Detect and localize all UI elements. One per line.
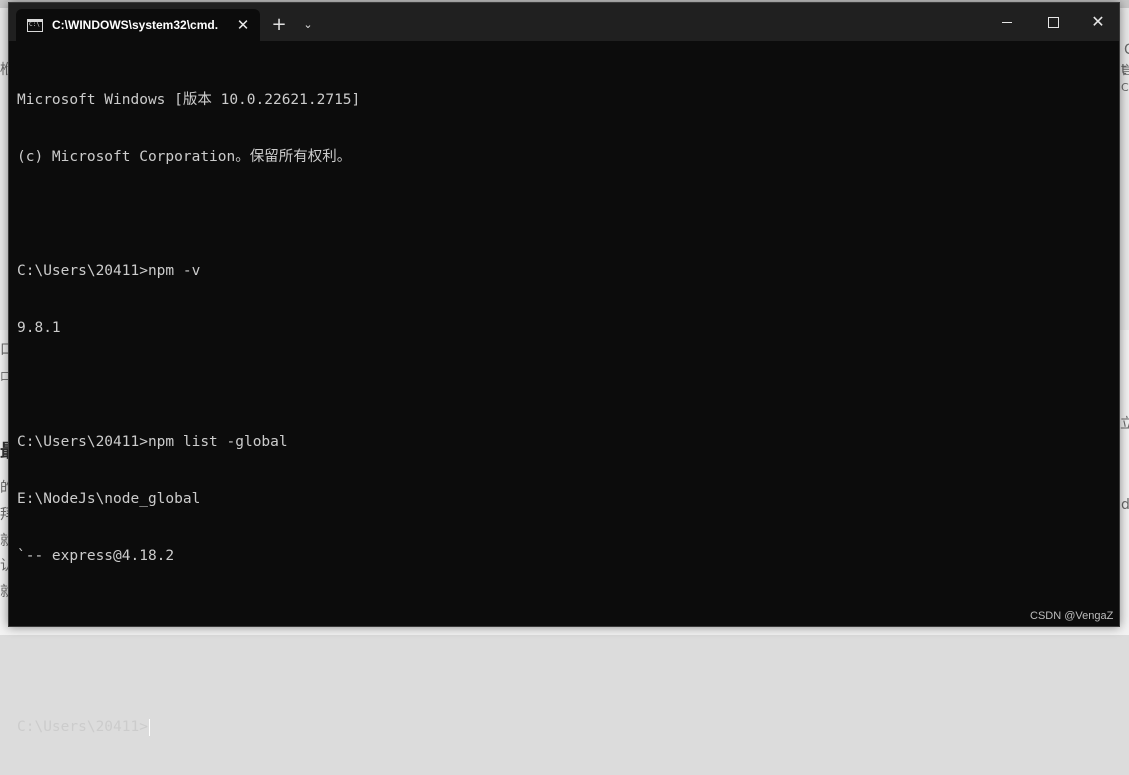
console-line: 9.8.1 — [17, 320, 61, 336]
tab-cmd[interactable]: C:\WINDOWS\system32\cmd. ✕ — [16, 9, 260, 41]
scrollbar[interactable] — [1111, 47, 1117, 617]
maximize-icon — [1047, 17, 1059, 28]
background-text-fragment: 立 — [1120, 416, 1129, 432]
close-window-button[interactable]: ✕ — [1075, 3, 1121, 41]
background-text-fragment: 言 — [1121, 63, 1129, 77]
console-line: `-- express@4.18.2 — [17, 548, 175, 564]
background-text-fragment: C — [1124, 42, 1129, 58]
console-line: C:\Users\20411>npm list -global — [17, 434, 288, 450]
console-line: (c) Microsoft Corporation。保留所有权利。 — [17, 149, 352, 165]
tab-close-button[interactable]: ✕ — [234, 16, 252, 34]
watermark: CSDN @VengaZ — [1030, 610, 1114, 622]
text-cursor — [148, 719, 150, 736]
cmd-icon — [27, 18, 43, 32]
console-line: E:\NodeJs\node_global — [17, 491, 201, 507]
active-prompt-line[interactable]: C:\Users\20411> — [17, 718, 1107, 737]
terminal-window: C:\WINDOWS\system32\cmd. ✕ + ⌄ ✕ Microso… — [8, 2, 1120, 736]
console-output[interactable]: Microsoft Windows [版本 10.0.22621.2715] (… — [17, 53, 1107, 736]
background-text-fragment: d — [1121, 497, 1129, 513]
command-prompt: C:\Users\20411> — [17, 719, 148, 735]
title-bar[interactable]: C:\WINDOWS\system32\cmd. ✕ + ⌄ ✕ — [9, 3, 1119, 41]
tab-title: C:\WINDOWS\system32\cmd. — [52, 18, 219, 32]
background-text-fragment: C — [1121, 81, 1129, 94]
new-tab-button[interactable]: + — [268, 14, 290, 36]
minimize-icon — [1002, 22, 1012, 23]
console-line: C:\Users\20411>npm -v — [17, 263, 201, 279]
minimize-button[interactable] — [984, 3, 1030, 41]
maximize-button[interactable] — [1030, 3, 1076, 41]
tab-dropdown-button[interactable]: ⌄ — [299, 14, 317, 36]
console-line: Microsoft Windows [版本 10.0.22621.2715] — [17, 92, 361, 108]
